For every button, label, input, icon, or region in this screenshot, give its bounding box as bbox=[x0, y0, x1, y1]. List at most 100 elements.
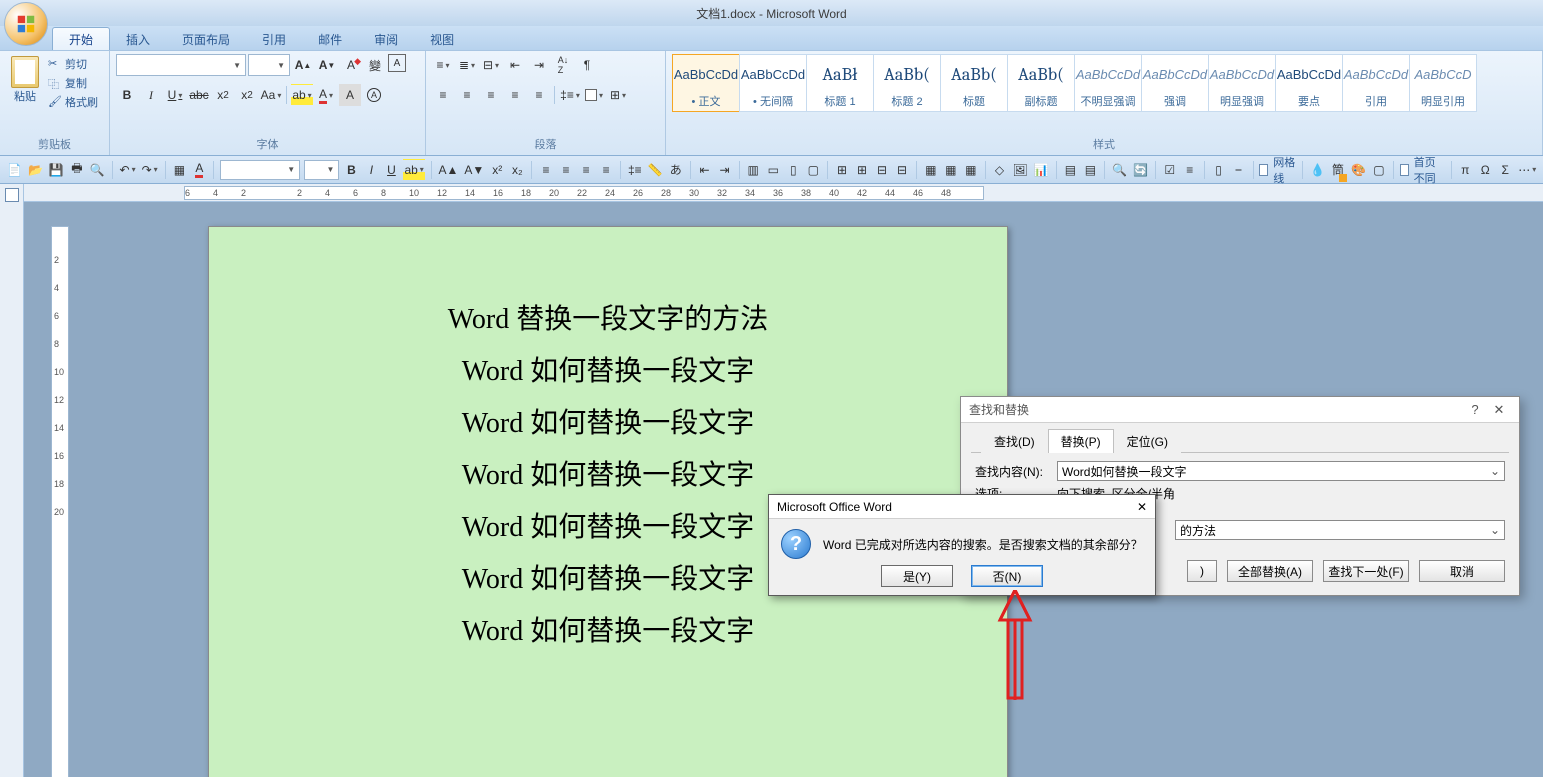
subscript-button[interactable]: x2 bbox=[212, 84, 234, 106]
tab-review[interactable]: 审阅 bbox=[358, 28, 414, 50]
style-tile-1[interactable]: AaBbCcDd• 无间隔 bbox=[739, 54, 807, 112]
qat-new-icon[interactable]: 📄 bbox=[6, 159, 23, 181]
borders-button[interactable]: ⊞▾ bbox=[607, 84, 629, 106]
firstpage-checkbox[interactable] bbox=[1400, 164, 1409, 176]
qat-font-color-icon[interactable]: A bbox=[191, 159, 207, 181]
qat-pagecolor-icon[interactable]: 🎨 bbox=[1350, 159, 1367, 181]
shrink-font-button[interactable]: A▼ bbox=[316, 54, 338, 76]
qat-columns-icon[interactable]: ▥ bbox=[745, 159, 761, 181]
help-icon[interactable]: ? bbox=[1463, 402, 1487, 417]
fr-btn-partial[interactable]: ) bbox=[1187, 560, 1217, 582]
qat-print-icon[interactable]: 🖶 bbox=[69, 159, 85, 181]
format-painter-button[interactable]: 🖌格式刷 bbox=[48, 94, 98, 110]
qat-spacing-icon[interactable]: ‡≡ bbox=[627, 159, 643, 181]
qat-bg-icon[interactable]: 筒 bbox=[1330, 159, 1346, 181]
qat-preview-icon[interactable]: 🔍 bbox=[89, 159, 106, 181]
qat-ruler-icon[interactable]: 📏 bbox=[647, 159, 664, 181]
qat-sup-icon[interactable]: x² bbox=[489, 159, 505, 181]
qat-margins-icon[interactable]: ▢ bbox=[805, 159, 821, 181]
qat-toc-icon[interactable]: ≡ bbox=[1182, 159, 1198, 181]
change-case-button[interactable]: Aa▾ bbox=[260, 84, 282, 106]
style-tile-11[interactable]: AaBbCcD明显引用 bbox=[1409, 54, 1477, 112]
doc-line-3[interactable]: Word 如何替换一段文字 bbox=[209, 453, 1007, 493]
fr-replace-input[interactable]: 的方法⌄ bbox=[1175, 520, 1505, 540]
highlight-button[interactable]: ab▾ bbox=[291, 84, 313, 106]
doc-line-2[interactable]: Word 如何替换一段文字 bbox=[209, 401, 1007, 441]
qat-phonetic-icon[interactable]: あ bbox=[668, 159, 684, 181]
qat-watermark-icon[interactable]: 💧 bbox=[1309, 159, 1326, 181]
qat-equation-icon[interactable]: Σ bbox=[1497, 159, 1513, 181]
qat-insert-col-icon[interactable]: ⊞ bbox=[854, 159, 870, 181]
paste-button[interactable]: 粘贴 bbox=[6, 54, 44, 104]
style-tile-4[interactable]: AaBb(标题 bbox=[940, 54, 1008, 112]
align-right-button[interactable]: ≡ bbox=[480, 84, 502, 106]
qat-underline-icon[interactable]: U bbox=[383, 159, 399, 181]
qat-size-icon2[interactable]: ▯ bbox=[785, 159, 801, 181]
qat-indent-inc-icon[interactable]: ⇥ bbox=[717, 159, 733, 181]
style-tile-0[interactable]: AaBbCcDd• 正文 bbox=[672, 54, 740, 112]
tab-mailings[interactable]: 邮件 bbox=[302, 28, 358, 50]
chevron-down-icon[interactable]: ⌄ bbox=[1490, 523, 1500, 537]
doc-line-6[interactable]: Word 如何替换一段文字 bbox=[209, 609, 1007, 649]
doc-line-1[interactable]: Word 如何替换一段文字 bbox=[209, 349, 1007, 389]
line-spacing-button[interactable]: ‡≡▾ bbox=[559, 84, 581, 106]
fr-tab-find[interactable]: 查找(D) bbox=[981, 429, 1048, 453]
style-tile-7[interactable]: AaBbCcDd强调 bbox=[1141, 54, 1209, 112]
qat-shapes-icon[interactable]: ◇ bbox=[992, 159, 1008, 181]
qat-highlight-icon[interactable]: ab▾ bbox=[403, 159, 424, 181]
close-icon[interactable]: ✕ bbox=[1137, 500, 1147, 514]
qat-merge-icon[interactable]: ▦ bbox=[923, 159, 939, 181]
doc-line-0[interactable]: Word 替换一段文字的方法 bbox=[209, 297, 1007, 337]
copy-button[interactable]: ⿻复制 bbox=[48, 75, 98, 91]
qat-more-icon[interactable]: ⋯▾ bbox=[1517, 159, 1537, 181]
font-color-button[interactable]: A▾ bbox=[315, 84, 337, 106]
qat-break-icon[interactable]: ⎯ bbox=[1231, 159, 1247, 181]
fr-find-input[interactable]: Word如何替换一段文字⌄ bbox=[1057, 461, 1505, 481]
clear-formatting-button[interactable]: A◆ bbox=[340, 54, 362, 76]
align-center-button[interactable]: ≡ bbox=[456, 84, 478, 106]
style-tile-5[interactable]: AaBb(副标题 bbox=[1007, 54, 1075, 112]
qat-split-icon[interactable]: ▦ bbox=[943, 159, 959, 181]
qat-shrink-icon[interactable]: A▼ bbox=[463, 159, 485, 181]
tab-insert[interactable]: 插入 bbox=[110, 28, 166, 50]
alert-yes-button[interactable]: 是(Y) bbox=[881, 565, 953, 587]
font-name-combo[interactable]: ▼ bbox=[116, 54, 246, 76]
qat-align-right-icon[interactable]: ≡ bbox=[578, 159, 594, 181]
qat-table-icon[interactable]: ▦ bbox=[171, 159, 187, 181]
qat-page-icon[interactable]: ▯ bbox=[1210, 159, 1226, 181]
qat-size-combo[interactable]: ▼ bbox=[304, 160, 339, 180]
style-tile-8[interactable]: AaBbCcDd明显强调 bbox=[1208, 54, 1276, 112]
enclosed-char-button[interactable]: A bbox=[363, 84, 385, 106]
qat-borders-icon[interactable]: ▦ bbox=[963, 159, 979, 181]
tab-view[interactable]: 视图 bbox=[414, 28, 470, 50]
qat-chart-icon[interactable]: 📊 bbox=[1033, 159, 1050, 181]
qat-replace-icon[interactable]: 🔄 bbox=[1132, 159, 1149, 181]
qat-align-center-icon[interactable]: ≡ bbox=[558, 159, 574, 181]
char-shading-button[interactable]: A bbox=[339, 84, 361, 106]
style-tile-9[interactable]: AaBbCcDd要点 bbox=[1275, 54, 1343, 112]
qat-indent-dec-icon[interactable]: ⇤ bbox=[696, 159, 712, 181]
qat-orient-icon[interactable]: ▭ bbox=[765, 159, 781, 181]
superscript-button[interactable]: x2 bbox=[236, 84, 258, 106]
strike-button[interactable]: abc bbox=[188, 84, 210, 106]
char-border-button[interactable]: A bbox=[388, 54, 406, 72]
align-left-button[interactable]: ≡ bbox=[432, 84, 454, 106]
style-tile-6[interactable]: AaBbCcDd不明显强调 bbox=[1074, 54, 1142, 112]
qat-sub-icon[interactable]: x₂ bbox=[509, 159, 525, 181]
justify-button[interactable]: ≡ bbox=[504, 84, 526, 106]
fr-btn-find-next[interactable]: 查找下一处(F) bbox=[1323, 560, 1409, 582]
qat-align-left-icon[interactable]: ≡ bbox=[538, 159, 554, 181]
qat-font-combo[interactable]: ▼ bbox=[220, 160, 300, 180]
gridlines-checkbox[interactable] bbox=[1259, 164, 1268, 176]
vertical-ruler[interactable]: 2468101214161820 bbox=[51, 226, 69, 777]
office-button[interactable] bbox=[4, 2, 48, 46]
fr-titlebar[interactable]: 查找和替换 ? ✕ bbox=[961, 397, 1519, 423]
fr-btn-cancel[interactable]: 取消 bbox=[1419, 560, 1505, 582]
distribute-button[interactable]: ≡ bbox=[528, 84, 550, 106]
shading-button[interactable]: ▾ bbox=[583, 84, 605, 106]
outline-toggle-icon[interactable] bbox=[5, 188, 19, 202]
bold-button[interactable]: B bbox=[116, 84, 138, 106]
qat-symbol-icon[interactable]: Ω bbox=[1477, 159, 1493, 181]
font-size-combo[interactable]: ▼ bbox=[248, 54, 290, 76]
tab-home[interactable]: 开始 bbox=[52, 27, 110, 50]
